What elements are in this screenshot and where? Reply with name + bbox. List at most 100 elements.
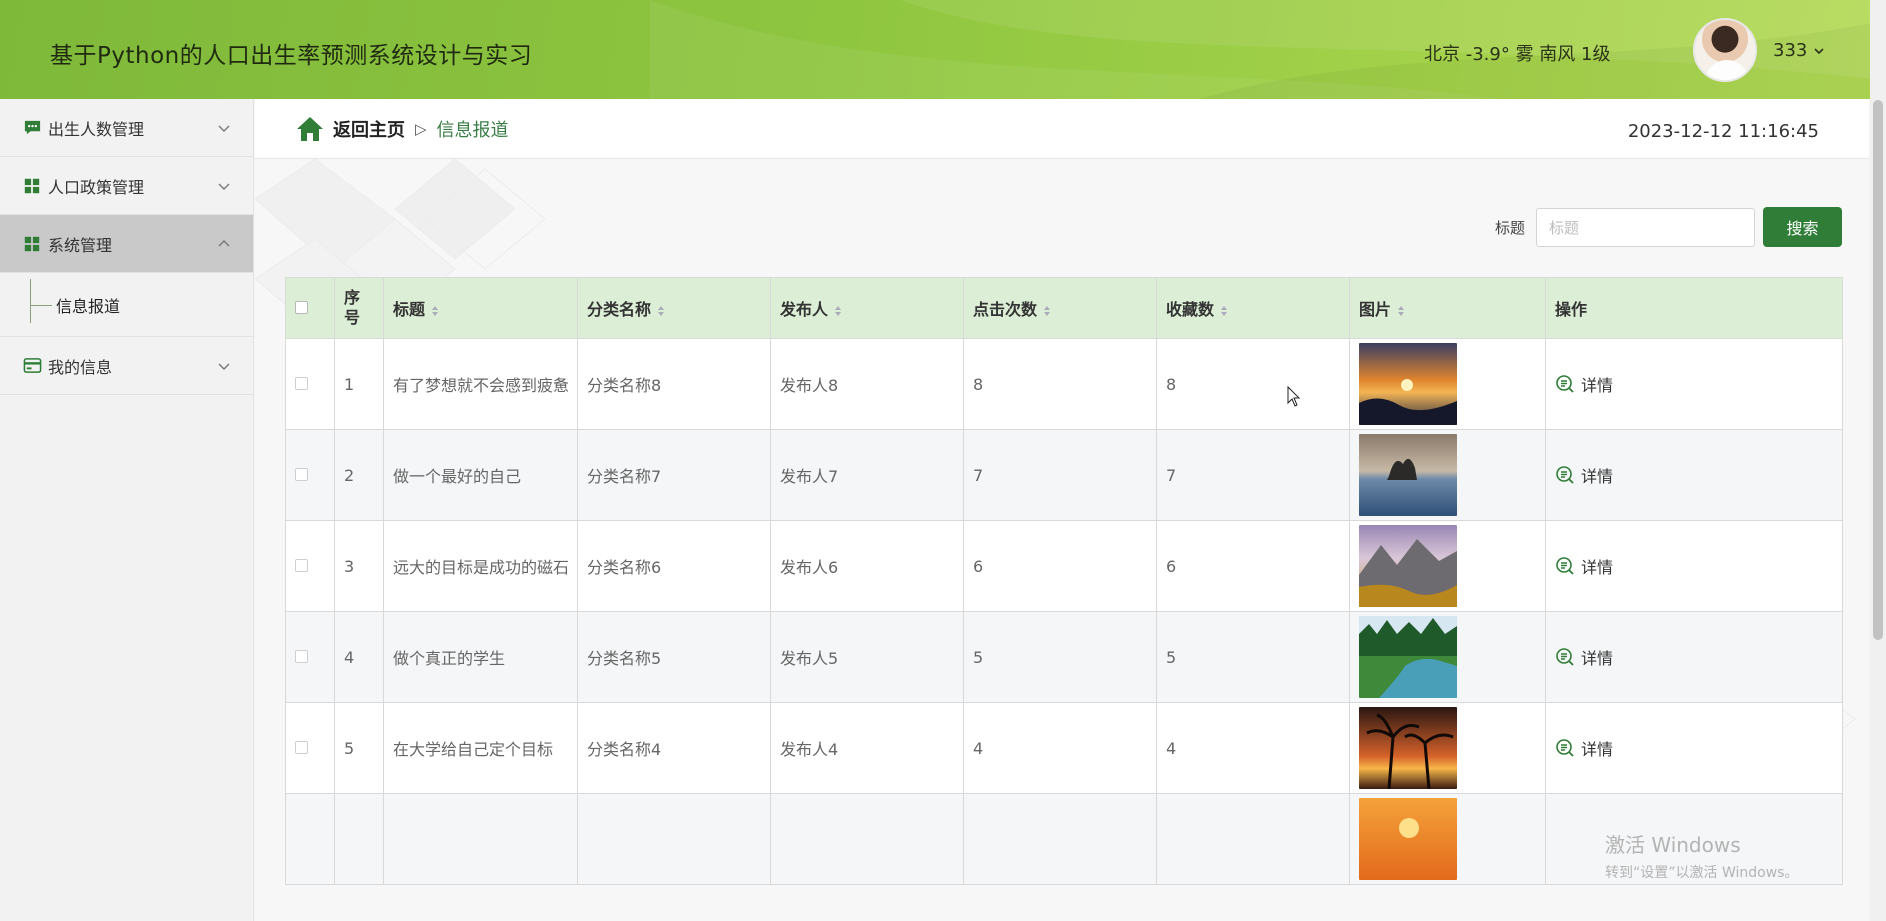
sidebar-item-label: 我的信息 xyxy=(48,357,113,377)
row-checkbox[interactable] xyxy=(295,740,308,754)
select-all-checkbox[interactable] xyxy=(295,300,308,314)
sunset-sea-image xyxy=(1359,343,1457,425)
cell-title: 有了梦想就不会感到疲惫 xyxy=(383,338,578,430)
row-checkbox[interactable] xyxy=(295,558,308,572)
scrollbar-thumb[interactable] xyxy=(1873,100,1883,640)
app-title: 基于Python的人口出生率预测系统设计与实习 xyxy=(50,43,533,69)
row-checkbox[interactable] xyxy=(295,649,308,663)
palm-sunset-image xyxy=(1359,707,1457,789)
table-row: 4 做个真正的学生 分类名称5 发布人5 5 5 详情 xyxy=(285,611,1843,703)
cell-title: 做个真正的学生 xyxy=(383,611,578,703)
cell-publisher: 发布人8 xyxy=(770,338,964,430)
detail-button[interactable]: 详情 xyxy=(1555,372,1833,396)
cell-category: 分类名称8 xyxy=(577,338,771,430)
detail-label: 详情 xyxy=(1581,558,1614,577)
detail-label: 详情 xyxy=(1581,467,1614,486)
card-icon xyxy=(22,356,42,376)
sort-icon[interactable] xyxy=(657,305,665,317)
sidebar-item-my-info[interactable]: 我的信息 xyxy=(0,337,253,395)
sort-icon[interactable] xyxy=(1043,305,1051,317)
cell-image xyxy=(1349,793,1546,885)
row-select-cell xyxy=(285,702,335,794)
detail-button[interactable]: 详情 xyxy=(1555,554,1833,578)
windows-activation-watermark: 激活 Windows 转到“设置”以激活 Windows。 xyxy=(1605,829,1798,882)
sort-icon[interactable] xyxy=(834,305,842,317)
news-table: 序号 标题 分类名称 发布人 点击次数 收藏数 图片 操作 1 有了梦想就不会感… xyxy=(285,277,1843,885)
col-title-label: 标题 xyxy=(393,300,426,319)
main-content: 返回主页 ▷ 信息报道 2023-12-12 11:16:45 标题 搜索 序号… xyxy=(255,99,1869,921)
home-icon[interactable] xyxy=(295,115,325,143)
row-checkbox[interactable] xyxy=(295,376,308,390)
mouse-cursor-icon xyxy=(1287,386,1301,407)
cell-index xyxy=(334,793,384,885)
cell-favorites: 6 xyxy=(1156,520,1350,612)
col-category-label: 分类名称 xyxy=(587,300,652,319)
row-select-cell xyxy=(285,520,335,612)
page-scrollbar[interactable] xyxy=(1870,0,1886,921)
col-publisher-label: 发布人 xyxy=(780,300,829,319)
search-input[interactable] xyxy=(1536,208,1755,247)
sidebar-item-system-management[interactable]: 系统管理 xyxy=(0,215,253,273)
cell-image xyxy=(1349,520,1546,612)
cell-clicks: 4 xyxy=(963,702,1157,794)
cell-publisher xyxy=(770,793,964,885)
col-favorites-header[interactable]: 收藏数 xyxy=(1156,277,1350,339)
orange-sunset-image xyxy=(1359,798,1457,880)
chevron-down-icon xyxy=(218,183,230,190)
grid-icon xyxy=(22,176,42,196)
sidebar-subitem-news[interactable]: 信息报道 xyxy=(0,273,253,337)
breadcrumb-home-link[interactable]: 返回主页 xyxy=(333,116,405,142)
detail-label: 详情 xyxy=(1581,740,1614,759)
col-clicks-header[interactable]: 点击次数 xyxy=(963,277,1157,339)
cell-index: 4 xyxy=(334,611,384,703)
sidebar-item-birth-management[interactable]: 出生人数管理 xyxy=(0,99,253,157)
col-image-label: 图片 xyxy=(1359,300,1392,319)
cell-favorites xyxy=(1156,793,1350,885)
detail-icon xyxy=(1556,557,1574,575)
sidebar-item-policy-management[interactable]: 人口政策管理 xyxy=(0,157,253,215)
cell-clicks xyxy=(963,793,1157,885)
detail-label: 详情 xyxy=(1581,376,1614,395)
weather-info: 北京 -3.9° 雾 南风 1级 xyxy=(1424,44,1611,65)
sort-icon[interactable] xyxy=(1397,305,1405,317)
chevron-down-icon xyxy=(1814,47,1824,54)
cell-category: 分类名称6 xyxy=(577,520,771,612)
search-label: 标题 xyxy=(1495,219,1526,237)
col-index-label: 序号 xyxy=(344,288,361,327)
top-header: 基于Python的人口出生率预测系统设计与实习 北京 -3.9° 雾 南风 1级… xyxy=(0,0,1886,99)
col-category-header[interactable]: 分类名称 xyxy=(577,277,771,339)
forest-river-image xyxy=(1359,616,1457,698)
cell-title: 在大学给自己定个目标 xyxy=(383,702,578,794)
detail-icon xyxy=(1556,466,1574,484)
current-datetime: 2023-12-12 11:16:45 xyxy=(1627,121,1819,142)
cell-clicks: 5 xyxy=(963,611,1157,703)
user-menu[interactable]: 333 xyxy=(1773,40,1825,61)
detail-button[interactable]: 详情 xyxy=(1555,645,1833,669)
col-publisher-header[interactable]: 发布人 xyxy=(770,277,964,339)
avatar[interactable] xyxy=(1693,18,1757,82)
cell-index: 1 xyxy=(334,338,384,430)
cell-favorites: 7 xyxy=(1156,429,1350,521)
news-table-wrapper: 序号 标题 分类名称 发布人 点击次数 收藏数 图片 操作 1 有了梦想就不会感… xyxy=(285,277,1843,885)
col-title-header[interactable]: 标题 xyxy=(383,277,578,339)
tree-line xyxy=(30,279,31,323)
grid-icon xyxy=(22,234,42,254)
sidebar-subitem-label: 信息报道 xyxy=(56,296,121,316)
chevron-down-icon xyxy=(218,363,230,370)
breadcrumb: 返回主页 ▷ 信息报道 xyxy=(295,115,509,143)
detail-icon xyxy=(1556,648,1574,666)
detail-button[interactable]: 详情 xyxy=(1555,736,1833,760)
table-row: 3 远大的目标是成功的磁石 分类名称6 发布人6 6 6 详情 xyxy=(285,520,1843,612)
search-button[interactable]: 搜索 xyxy=(1763,207,1842,247)
breadcrumb-current: 信息报道 xyxy=(436,120,509,141)
row-checkbox[interactable] xyxy=(295,467,308,481)
col-image-header[interactable]: 图片 xyxy=(1349,277,1546,339)
cell-favorites: 5 xyxy=(1156,611,1350,703)
col-clicks-label: 点击次数 xyxy=(973,300,1038,319)
tree-line xyxy=(30,305,52,306)
detail-button[interactable]: 详情 xyxy=(1555,463,1833,487)
cell-publisher: 发布人7 xyxy=(770,429,964,521)
chevron-down-icon xyxy=(218,125,230,132)
sort-icon[interactable] xyxy=(1220,305,1228,317)
sort-icon[interactable] xyxy=(431,305,439,317)
